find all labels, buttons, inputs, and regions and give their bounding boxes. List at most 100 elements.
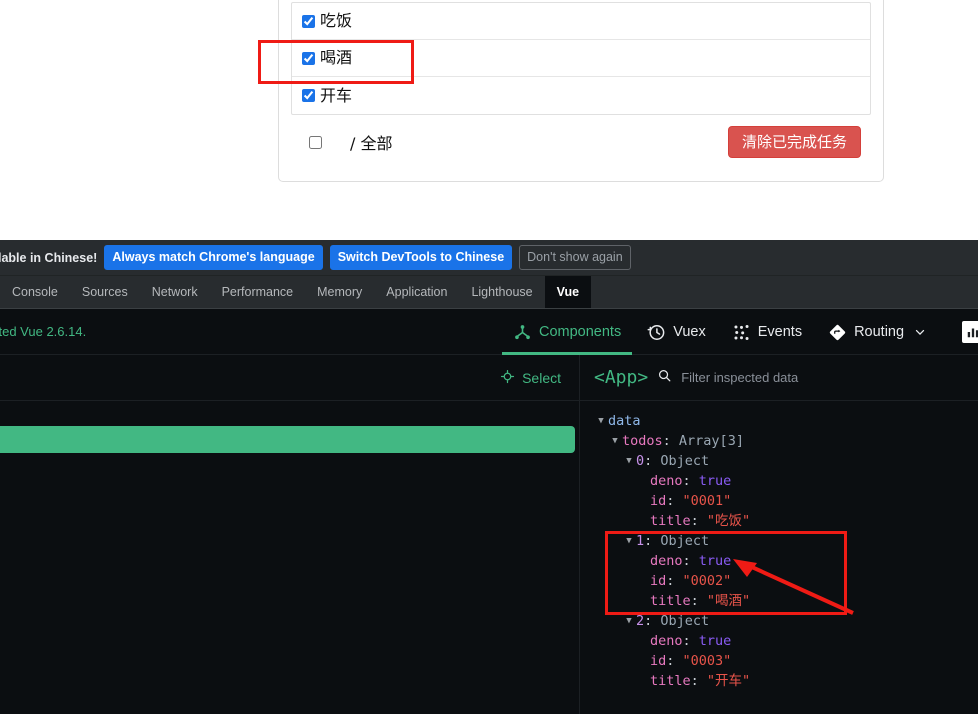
data-tree-row[interactable]: title : "喝酒" xyxy=(580,591,978,611)
devtools-tab-strip: Console Sources Network Performance Memo… xyxy=(0,276,978,309)
todo-footer: / 全部 清除已完成任务 xyxy=(291,115,871,169)
components-icon xyxy=(513,323,532,342)
vue-nav-components[interactable]: Components xyxy=(500,309,634,355)
web-page-viewport: 吃饭 喝酒 开车 / 全部 清除已完成任务 xyxy=(0,0,978,240)
data-tree-row[interactable]: ▼ 1 : Object xyxy=(580,531,978,551)
tab-vue[interactable]: Vue xyxy=(544,276,592,308)
data-value: "吃饭" xyxy=(706,513,751,529)
data-tree-row[interactable]: id : "0002" xyxy=(580,571,978,591)
routing-diamond-icon xyxy=(828,323,847,342)
data-value: "0003" xyxy=(682,653,732,669)
data-key: 1 xyxy=(636,533,645,549)
data-key: data xyxy=(608,413,641,429)
vue-subbar-left: Select xyxy=(0,355,580,400)
selected-component-row[interactable] xyxy=(0,426,575,453)
tab-console[interactable]: Console xyxy=(0,276,70,308)
data-punct: : xyxy=(644,613,653,629)
data-punct: : xyxy=(666,573,675,589)
tab-performance[interactable]: Performance xyxy=(210,276,306,308)
vue-detected-message: cted Vue 2.6.14. xyxy=(0,324,87,339)
data-tree-row[interactable]: deno : true xyxy=(580,551,978,571)
data-key: title xyxy=(650,593,691,609)
data-tree-row[interactable]: id : "0003" xyxy=(580,651,978,671)
devtools-window: lable in Chinese! Always match Chrome's … xyxy=(0,240,978,714)
select-component-button[interactable]: Select xyxy=(500,369,561,387)
data-key: id xyxy=(650,653,667,669)
data-tree-row[interactable]: ▼ todos : Array[3] xyxy=(580,431,978,451)
data-tree-row[interactable]: id : "0001" xyxy=(580,491,978,511)
tab-application[interactable]: Application xyxy=(374,276,459,308)
data-key: todos xyxy=(622,433,663,449)
todo-checkbox-1[interactable] xyxy=(302,51,315,65)
data-punct: : xyxy=(666,653,675,669)
data-punct: : xyxy=(644,453,653,469)
todo-count-label: / 全部 xyxy=(350,134,393,153)
search-icon[interactable] xyxy=(657,368,672,388)
data-key: deno xyxy=(650,633,683,649)
screenshot-root: 吃饭 喝酒 开车 / 全部 清除已完成任务 lable in Chinese! … xyxy=(0,0,978,714)
tab-network[interactable]: Network xyxy=(140,276,210,308)
data-value: Object xyxy=(660,613,710,629)
data-value: "0002" xyxy=(682,573,732,589)
clear-completed-button[interactable]: 清除已完成任务 xyxy=(727,125,861,159)
data-punct: : xyxy=(644,533,653,549)
vue-nav-vuex-label: Vuex xyxy=(673,324,706,340)
filter-inspected-data-input[interactable] xyxy=(681,370,932,385)
data-tree-row[interactable]: deno : true xyxy=(580,631,978,651)
always-match-language-button[interactable]: Always match Chrome's language xyxy=(104,245,323,270)
vue-subbar-right: <App> xyxy=(580,355,978,400)
vue-devtools-panel: cted Vue 2.6.14. Components Vuex Events … xyxy=(0,309,978,714)
events-dots-icon xyxy=(732,323,751,342)
vue-nav-components-label: Components xyxy=(539,324,622,340)
data-value: Object xyxy=(660,453,710,469)
data-punct: : xyxy=(666,493,675,509)
data-value: true xyxy=(698,553,732,569)
todo-checkbox-0[interactable] xyxy=(302,14,315,28)
caret-down-icon[interactable]: ▼ xyxy=(622,611,636,631)
todo-item[interactable]: 开车 xyxy=(292,77,870,114)
component-tree xyxy=(0,401,580,714)
todo-item[interactable]: 喝酒 xyxy=(292,40,870,77)
caret-down-icon[interactable]: ▼ xyxy=(594,411,608,431)
vue-nav-routing-label: Routing xyxy=(854,324,905,340)
chevron-down-icon[interactable] xyxy=(913,325,927,339)
todo-label-0: 吃饭 xyxy=(320,11,353,30)
vue-nav-routing[interactable]: Routing xyxy=(815,309,940,355)
data-punct: : xyxy=(690,513,699,529)
data-tree-row[interactable]: ▼ 0 : Object xyxy=(580,451,978,471)
caret-down-icon[interactable]: ▼ xyxy=(622,451,636,471)
dont-show-again-button[interactable]: Don't show again xyxy=(519,245,631,270)
caret-down-icon[interactable]: ▼ xyxy=(622,531,636,551)
data-key: title xyxy=(650,513,691,529)
data-punct: : xyxy=(690,593,699,609)
inspected-component-name: <App> xyxy=(594,367,649,388)
vue-nav: Components Vuex Events Routing xyxy=(500,309,940,355)
toggle-all-checkbox[interactable] xyxy=(309,135,322,149)
todo-widget: 吃饭 喝酒 开车 / 全部 清除已完成任务 xyxy=(278,0,884,182)
todo-checkbox-2[interactable] xyxy=(302,89,315,102)
tab-sources[interactable]: Sources xyxy=(70,276,140,308)
vue-nav-events[interactable]: Events xyxy=(719,309,815,355)
bar-chart-icon[interactable] xyxy=(962,321,978,343)
data-punct: : xyxy=(662,433,671,449)
switch-devtools-language-button[interactable]: Switch DevTools to Chinese xyxy=(329,245,513,270)
data-key: title xyxy=(650,673,691,689)
data-key: deno xyxy=(650,553,683,569)
vue-nav-vuex[interactable]: Vuex xyxy=(634,309,719,355)
data-punct: : xyxy=(682,553,691,569)
data-key: id xyxy=(650,493,667,509)
data-tree-row[interactable]: deno : true xyxy=(580,471,978,491)
data-tree-row[interactable]: title : "吃饭" xyxy=(580,511,978,531)
data-tree-row[interactable]: ▼ 2 : Object xyxy=(580,611,978,631)
tab-lighthouse[interactable]: Lighthouse xyxy=(459,276,544,308)
data-punct: : xyxy=(682,633,691,649)
data-punct: : xyxy=(690,673,699,689)
data-tree-row[interactable]: title : "开车" xyxy=(580,671,978,691)
todo-item[interactable]: 吃饭 xyxy=(292,3,870,40)
tab-memory[interactable]: Memory xyxy=(305,276,374,308)
data-key: 2 xyxy=(636,613,645,629)
caret-down-icon[interactable]: ▼ xyxy=(608,431,622,451)
data-tree-row[interactable]: ▼ data xyxy=(580,411,978,431)
target-select-icon xyxy=(500,369,515,387)
inspected-data-panel: ▼ data ▼ todos : Array[3] ▼ 0 : Object d… xyxy=(580,401,978,714)
